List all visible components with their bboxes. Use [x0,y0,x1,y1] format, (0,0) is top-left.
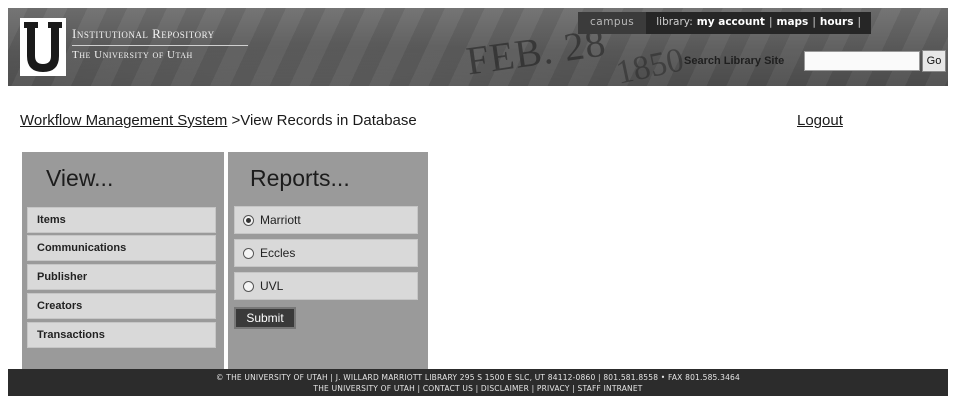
breadcrumb-current: >View Records in Database [227,112,417,129]
reports-panel: Reports... Marriott Eccles UVL Submit [228,152,428,384]
view-item-publisher[interactable]: Publisher [27,264,216,290]
view-item-communications[interactable]: Communications [27,235,216,261]
search-label: Search Library Site [684,55,785,67]
report-option-label: Marriott [260,213,301,227]
logo-subtitle: The University of Utah [72,49,193,61]
view-panel: View... Items Communications Publisher C… [22,152,224,386]
view-item-creators[interactable]: Creators [27,293,216,319]
maps-link[interactable]: maps [777,16,809,30]
university-u-logo-icon[interactable] [20,18,66,76]
footer-address: © THE UNIVERSITY OF UTAH | J. WILLARD MA… [216,373,740,382]
report-option-uvl[interactable]: UVL [234,272,418,300]
top-navigation: campus library: my account | maps | hour… [578,12,871,34]
report-option-label: Eccles [260,246,296,260]
campus-link[interactable]: campus [578,12,647,34]
submit-button[interactable]: Submit [234,307,296,329]
report-option-eccles[interactable]: Eccles [234,239,418,267]
library-label: library: [656,16,693,28]
report-option-marriott[interactable]: Marriott [234,206,418,234]
go-button[interactable]: Go [922,50,946,72]
my-account-link[interactable]: my account [697,16,765,30]
radio-selected-icon[interactable] [243,214,254,226]
radio-unselected-icon[interactable] [243,280,254,292]
reports-panel-title: Reports... [250,164,350,191]
link-separator: | [812,16,816,28]
logo-divider [72,45,248,46]
site-header: FEB. 28 1850 Institutional Repository Th… [8,8,948,86]
hours-link[interactable]: hours [820,16,854,30]
footer-links[interactable]: THE UNIVERSITY OF UTAH | CONTACT US | DI… [8,383,948,394]
logo-title: Institutional Repository [72,26,215,41]
view-item-items[interactable]: Items [27,207,216,233]
link-separator: | [768,16,773,28]
library-links: library: my account | maps | hours | [646,12,871,34]
report-option-label: UVL [260,279,284,293]
breadcrumb-workflow-link[interactable]: Workflow Management System [20,112,227,129]
radio-unselected-icon[interactable] [243,247,254,259]
site-footer: © THE UNIVERSITY OF UTAH | J. WILLARD MA… [8,369,948,396]
link-separator: | [857,16,861,28]
view-item-transactions[interactable]: Transactions [27,322,216,348]
repository-logo-text[interactable]: Institutional Repository The University … [72,26,248,61]
library-search-input[interactable] [804,51,920,71]
view-panel-title: View... [46,164,114,191]
breadcrumb: Workflow Management System >View Records… [20,112,417,129]
logout-link[interactable]: Logout [797,112,843,129]
